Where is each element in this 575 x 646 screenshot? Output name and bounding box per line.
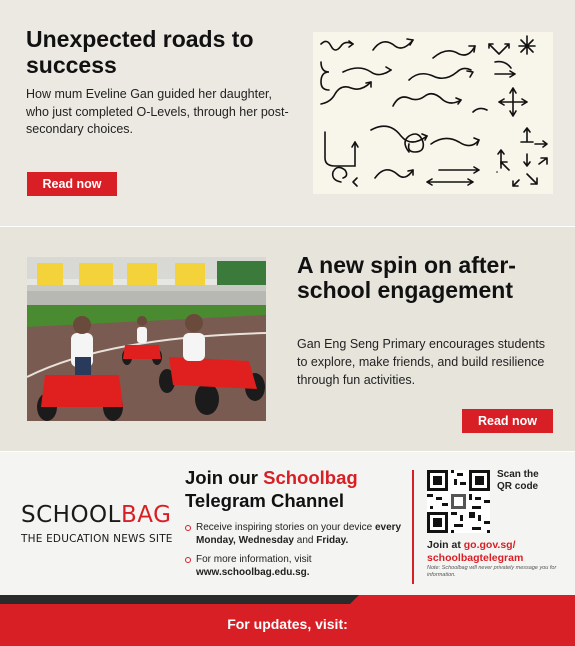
arrows-doodle-illustration[interactable] (313, 32, 553, 194)
bullet-dot-icon (185, 557, 191, 563)
qr-code-icon[interactable] (427, 470, 490, 533)
bullet-dot-icon (185, 525, 191, 531)
join-at-text: Join at go.gov.sg/ schoolbagtelegram (427, 539, 567, 564)
read-now-button[interactable]: Read now (27, 172, 117, 196)
divider (412, 470, 414, 584)
telegram-promo: SCHOOLBAG THE EDUCATION NEWS SITE Join o… (0, 452, 575, 595)
article-description: How mum Eveline Gan guided her daughter,… (26, 87, 289, 136)
bullet-stories: Receive inspiring stories on your device… (185, 522, 405, 548)
title-part: Join our (185, 467, 264, 488)
bullet-text-part: and (293, 534, 317, 546)
scan-instruction: Scan the QR code (497, 469, 539, 492)
privacy-note: Note: Schoolbag will never privately mes… (427, 565, 557, 578)
footer-text: For updates, visit: (227, 616, 348, 632)
bullet-text: For more information, visit www.schoolba… (196, 554, 406, 579)
bullet-text-bold: Friday. (316, 534, 349, 546)
logo-text-bag: BAG (120, 502, 172, 528)
article-after-school: A new spin on after-school engagement Ga… (0, 227, 575, 451)
logo-text-school: SCHOOL (21, 502, 121, 528)
schoolbag-logo[interactable]: SCHOOLBAG (21, 502, 171, 528)
join-at-label: Join at (427, 539, 464, 551)
logo-tagline: THE EDUCATION NEWS SITE (21, 533, 173, 545)
accent-bar (350, 595, 575, 604)
title-part: Telegram Channel (185, 490, 345, 511)
bullet-text-part: For more information, visit (196, 554, 312, 565)
footer-banner: For updates, visit: (0, 604, 575, 646)
newsletter-page: Unexpected roads to success How mum Evel… (0, 0, 575, 646)
bullet-info: For more information, visit www.schoolba… (185, 554, 405, 580)
bullet-text: Receive inspiring stories on your device… (196, 522, 406, 547)
article-title: A new spin on after-school engagement (297, 252, 516, 303)
children-on-go-karts-photo[interactable] (27, 257, 266, 421)
title-schoolbag: Schoolbag (263, 467, 358, 488)
article-unexpected-roads: Unexpected roads to success How mum Evel… (0, 0, 575, 226)
read-now-button[interactable]: Read now (462, 409, 553, 433)
article-title: Unexpected roads to success (26, 26, 254, 78)
bullet-text-part: Receive inspiring stories on your device (196, 522, 375, 533)
website-link[interactable]: www.schoolbag.edu.sg. (196, 567, 310, 578)
article-description: Gan Eng Seng Primary encourages students… (297, 337, 546, 387)
telegram-title: Join our Schoolbag Telegram Channel (185, 466, 358, 512)
